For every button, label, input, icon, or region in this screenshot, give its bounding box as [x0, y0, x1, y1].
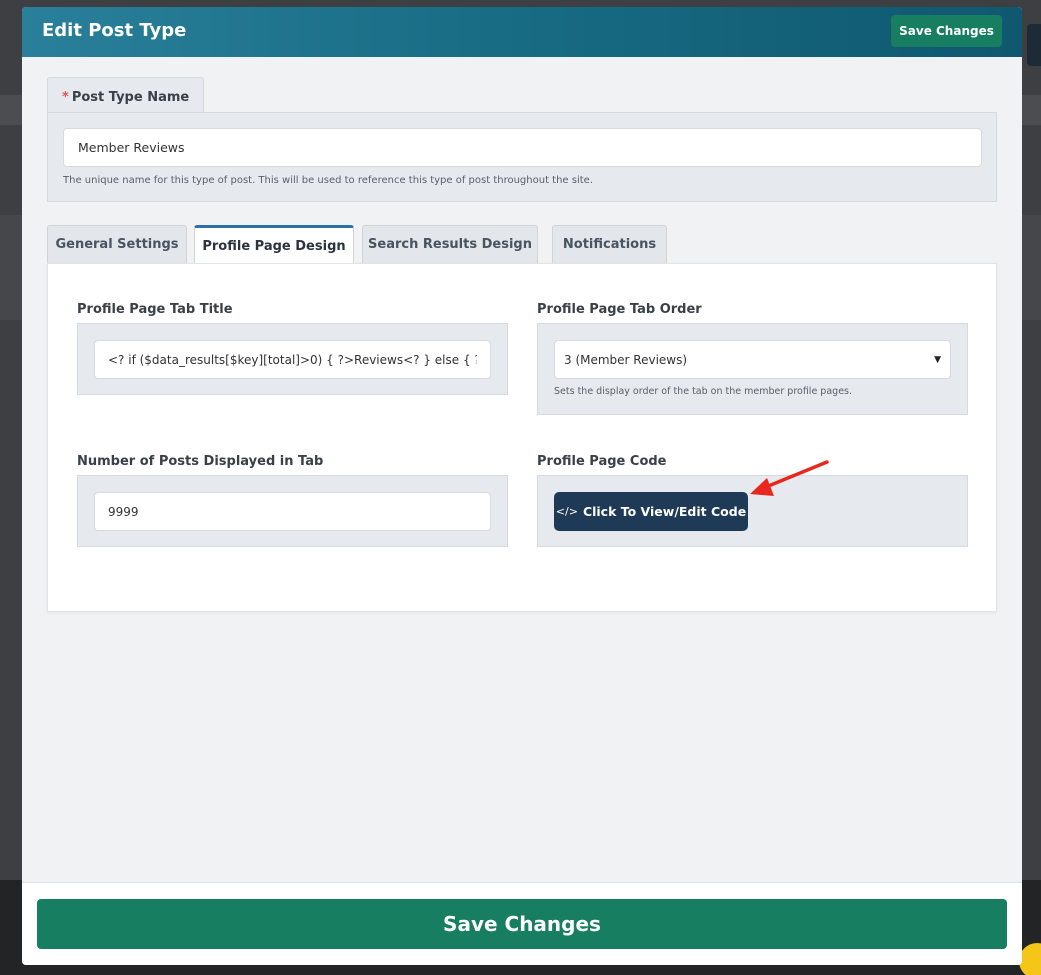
tab-order-selected-value: 3 (Member Reviews) [564, 352, 688, 367]
edit-post-type-modal: Edit Post Type Save Changes * Post Type N… [22, 7, 1022, 965]
tab-order-select[interactable]: 3 (Member Reviews) ▼ [554, 340, 951, 379]
tab-title-label: Profile Page Tab Title [77, 302, 233, 317]
tab-profile-page-design[interactable]: Profile Page Design [194, 225, 354, 264]
post-type-name-panel: The unique name for this type of post. T… [47, 112, 997, 202]
posts-displayed-box [77, 475, 508, 547]
annotation-arrow-icon [750, 460, 829, 496]
post-type-name-input[interactable] [63, 128, 982, 167]
tab-title-box [77, 323, 508, 395]
profile-page-design-panel: Profile Page Tab Title Profile Page Tab … [47, 263, 997, 612]
posts-displayed-label: Number of Posts Displayed in Tab [77, 454, 324, 469]
tab-search-results-design[interactable]: Search Results Design [362, 225, 538, 263]
tab-order-box: 3 (Member Reviews) ▼ Sets the display or… [537, 323, 968, 415]
save-changes-button-top[interactable]: Save Changes [891, 15, 1002, 47]
posts-displayed-input[interactable] [94, 492, 491, 531]
tab-title-input[interactable] [94, 340, 491, 379]
post-type-name-tab: * Post Type Name [47, 77, 204, 113]
help-widget-icon[interactable] [1019, 943, 1041, 975]
background-button [1027, 24, 1041, 66]
post-type-name-help: The unique name for this type of post. T… [63, 175, 593, 186]
save-changes-button-bottom[interactable]: Save Changes [37, 899, 1007, 949]
post-type-name-label-text: Post Type Name [71, 90, 190, 105]
tab-general-settings[interactable]: General Settings [47, 225, 187, 263]
view-edit-code-button[interactable]: </> Click To View/Edit Code [554, 492, 748, 531]
tab-notifications[interactable]: Notifications [552, 225, 667, 263]
chevron-down-icon: ▼ [934, 354, 941, 365]
modal-title: Edit Post Type [42, 20, 187, 41]
modal-header: Edit Post Type Save Changes [22, 7, 1022, 57]
required-marker: * [62, 90, 69, 105]
modal-footer: Save Changes [22, 882, 1022, 965]
post-type-name-label: * Post Type Name [62, 90, 189, 105]
code-icon: </> [555, 505, 578, 518]
view-edit-code-label: Click To View/Edit Code [582, 504, 747, 519]
page-code-label: Profile Page Code [537, 454, 667, 469]
tab-order-help: Sets the display order of the tab on the… [554, 386, 853, 397]
tab-order-label: Profile Page Tab Order [537, 302, 702, 317]
